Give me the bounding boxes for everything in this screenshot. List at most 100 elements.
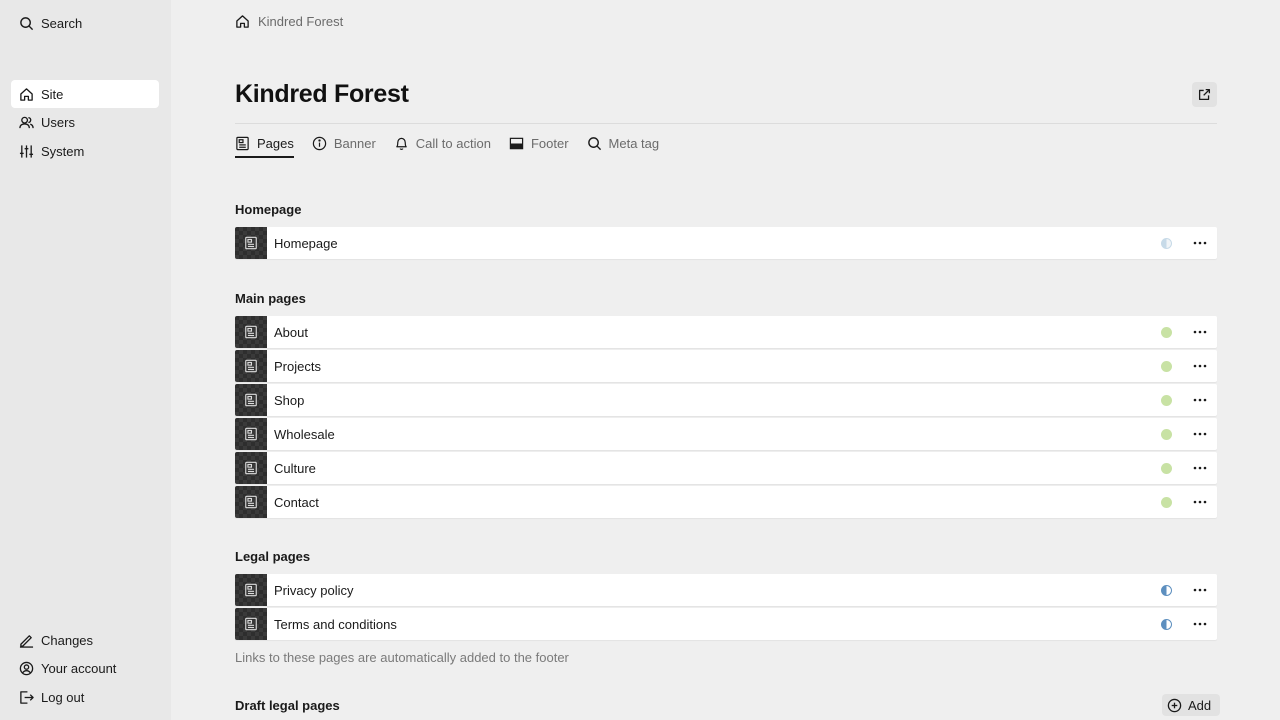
more-options-icon[interactable] [1192, 358, 1208, 374]
status-indicator [1161, 237, 1172, 249]
external-link-icon [1198, 88, 1211, 101]
list-item[interactable]: Contact [235, 486, 1217, 518]
page-thumbnail [235, 574, 267, 606]
list-item[interactable]: Culture [235, 452, 1217, 484]
logout-icon [18, 689, 34, 705]
tab-call-to-action[interactable]: Call to action [394, 130, 491, 156]
more-options-icon[interactable] [1192, 426, 1208, 442]
page-icon [235, 136, 250, 151]
page-icon [244, 461, 258, 475]
list-item[interactable]: Projects [235, 350, 1217, 382]
sidebar-search[interactable]: Search [11, 9, 159, 37]
sidebar-search-label: Search [41, 15, 83, 31]
tab-label: Footer [530, 135, 569, 151]
list-item-label: Shop [274, 392, 305, 408]
tab-label: Meta tag [608, 135, 660, 151]
main-pages-list: About Projects Shop Wholesale Culture Co… [235, 316, 1217, 520]
status-indicator [1161, 462, 1172, 474]
list-item[interactable]: Privacy policy [235, 574, 1217, 606]
tab-label: Call to action [415, 135, 491, 151]
section-legal-label: Legal pages [235, 549, 311, 564]
list-item[interactable]: Wholesale [235, 418, 1217, 450]
page-thumbnail [235, 486, 267, 518]
sidebar-item-site[interactable]: Site [11, 80, 159, 108]
page-icon [244, 583, 258, 597]
page-title: Kindred Forest [235, 80, 409, 108]
page-thumbnail [235, 227, 267, 259]
open-site-button[interactable] [1192, 82, 1217, 107]
page-thumbnail [235, 384, 267, 416]
page-icon [244, 325, 258, 339]
sidebar: Search Site Users System Changes Your ac… [0, 0, 171, 720]
add-button[interactable]: Add [1162, 694, 1221, 716]
tab-banner[interactable]: Banner [312, 130, 376, 156]
list-item-label: Contact [274, 494, 319, 510]
section-main-label: Main pages [235, 291, 306, 306]
list-item-label: Culture [274, 460, 316, 476]
tab-footer[interactable]: Footer [509, 130, 569, 156]
home-icon [235, 14, 258, 29]
sidebar-item-label: Log out [41, 689, 85, 705]
legal-pages-list: Privacy policy Terms and conditions [235, 574, 1217, 642]
status-indicator [1161, 394, 1172, 406]
status-indicator [1161, 496, 1172, 508]
more-options-icon[interactable] [1192, 616, 1208, 632]
more-options-icon[interactable] [1192, 392, 1208, 408]
tab-label: Banner [333, 135, 376, 151]
sidebar-item-logout[interactable]: Log out [11, 683, 159, 711]
page-thumbnail [235, 316, 267, 348]
status-indicator [1161, 584, 1172, 596]
section-draft-legal-label: Draft legal pages [235, 698, 340, 713]
tab-pages[interactable]: Pages [235, 130, 294, 158]
homepage-list: Homepage [235, 227, 1217, 261]
sidebar-item-label: Site [41, 86, 64, 102]
legal-help-text: Links to these pages are automatically a… [235, 650, 569, 665]
list-item-label: Projects [274, 358, 321, 374]
account-icon [18, 660, 34, 676]
bell-icon [394, 136, 409, 151]
list-item[interactable]: Terms and conditions [235, 608, 1217, 640]
sidebar-item-label: Changes [41, 632, 94, 648]
breadcrumb[interactable]: Kindred Forest [235, 14, 343, 29]
users-icon [18, 114, 34, 130]
search-icon [18, 15, 34, 31]
status-indicator [1161, 428, 1172, 440]
page-icon [244, 617, 258, 631]
list-item-label: Privacy policy [274, 582, 354, 598]
list-item[interactable]: Shop [235, 384, 1217, 416]
list-item-label: Wholesale [274, 426, 335, 442]
sidebar-item-changes[interactable]: Changes [11, 626, 159, 654]
page-thumbnail [235, 418, 267, 450]
page-icon [244, 359, 258, 373]
sidebar-item-label: Users [41, 114, 75, 130]
more-options-icon[interactable] [1192, 494, 1208, 510]
pencil-icon [18, 632, 34, 648]
home-icon [18, 86, 34, 102]
footer-icon [509, 136, 524, 151]
sidebar-item-users[interactable]: Users [11, 108, 159, 136]
search-icon [587, 136, 602, 151]
info-icon [312, 136, 327, 151]
list-item[interactable]: About [235, 316, 1217, 348]
plus-circle-icon [1167, 698, 1188, 713]
breadcrumb-label: Kindred Forest [258, 14, 344, 29]
more-options-icon[interactable] [1192, 235, 1208, 251]
sidebar-item-account[interactable]: Your account [11, 654, 159, 682]
page-icon [244, 427, 258, 441]
tab-label: Pages [257, 135, 294, 151]
more-options-icon[interactable] [1192, 460, 1208, 476]
more-options-icon[interactable] [1192, 582, 1208, 598]
status-indicator [1161, 326, 1172, 338]
divider [235, 123, 1217, 124]
list-item-label: Terms and conditions [274, 616, 397, 632]
status-indicator [1161, 360, 1172, 372]
sidebar-item-system[interactable]: System [11, 137, 159, 165]
status-indicator [1161, 618, 1172, 630]
more-options-icon[interactable] [1192, 324, 1208, 340]
page-icon [244, 393, 258, 407]
page-icon [244, 495, 258, 509]
list-item-label: Homepage [274, 235, 338, 251]
list-item[interactable]: Homepage [235, 227, 1217, 259]
tab-meta-tag[interactable]: Meta tag [587, 130, 660, 156]
add-button-label: Add [1188, 697, 1212, 713]
